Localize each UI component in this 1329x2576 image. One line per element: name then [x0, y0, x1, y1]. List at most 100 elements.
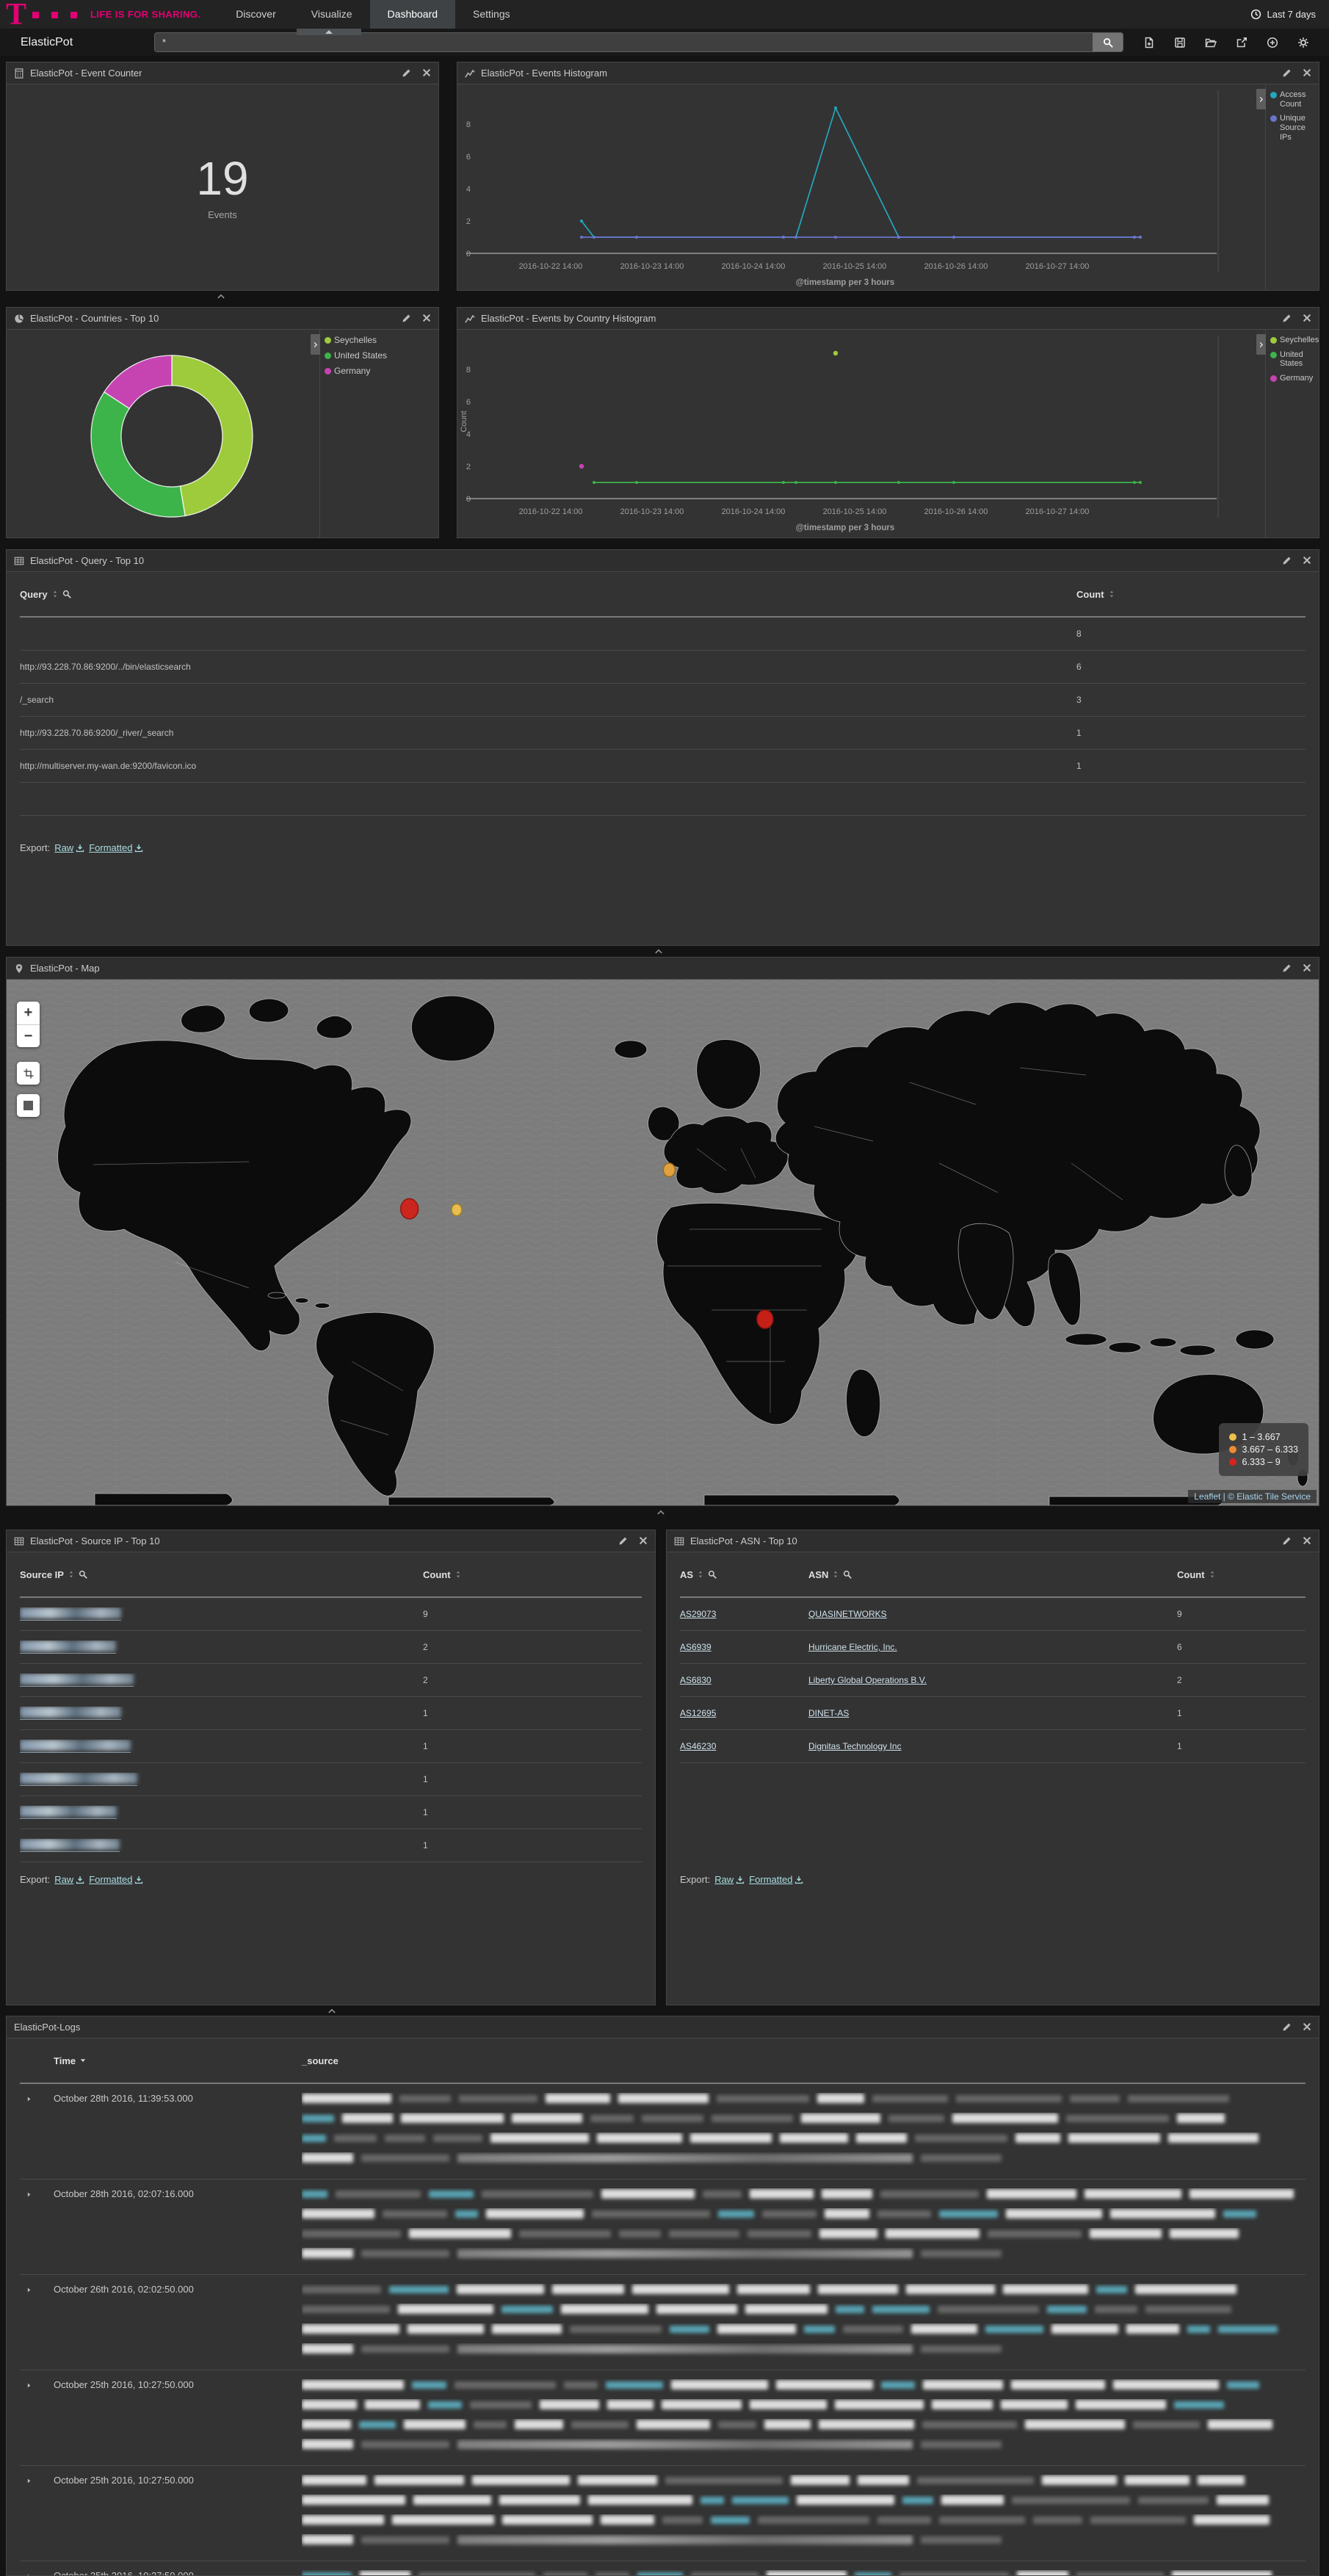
asn-link[interactable]: Liberty Global Operations B.V. [808, 1675, 927, 1685]
expand-row-button[interactable] [20, 2475, 54, 2484]
remove-panel-button[interactable] [1303, 1536, 1311, 1546]
source-ip-link[interactable] [20, 1674, 134, 1687]
legend-item[interactable]: Unique Source IPs [1270, 114, 1319, 142]
nav-tab-discover[interactable]: Discover [218, 0, 293, 29]
remove-panel-button[interactable] [1303, 556, 1311, 565]
remove-panel-button[interactable] [422, 314, 431, 323]
remove-panel-button[interactable] [1303, 963, 1311, 973]
row-collapse-button[interactable] [211, 292, 231, 302]
table-row[interactable]: 1 [20, 1730, 642, 1763]
world-map[interactable]: + − 1 – 3.6673.667 – 6.3336.333 – 9 Leaf… [7, 980, 1319, 1505]
edit-panel-button[interactable] [1282, 963, 1292, 973]
legend-item[interactable]: Access Count [1270, 90, 1319, 109]
legend-item[interactable]: United States [325, 351, 438, 361]
querybar-collapse-tab[interactable] [297, 29, 361, 35]
row-collapse-button[interactable] [651, 1508, 670, 1518]
save-search-icon[interactable] [1165, 32, 1195, 53]
as-link[interactable]: AS12695 [680, 1708, 716, 1718]
remove-panel-button[interactable] [1303, 2022, 1311, 2032]
share-icon[interactable] [1226, 32, 1257, 53]
search-input[interactable] [154, 32, 1093, 52]
edit-panel-button[interactable] [402, 68, 411, 78]
remove-panel-button[interactable] [639, 1536, 648, 1546]
table-row[interactable]: http://multiserver.my-wan.de:9200/favico… [20, 750, 1306, 783]
source-ip-link[interactable] [20, 1740, 131, 1753]
search-button[interactable] [1093, 32, 1123, 52]
asn-link[interactable]: Hurricane Electric, Inc. [808, 1642, 897, 1652]
nav-tab-dashboard[interactable]: Dashboard [370, 0, 456, 29]
export-raw-link[interactable]: Raw [54, 842, 84, 853]
remove-panel-button[interactable] [1303, 68, 1311, 78]
edit-panel-button[interactable] [1282, 1536, 1292, 1546]
table-row[interactable]: 1 [20, 1763, 642, 1796]
asn-link[interactable]: DINET-AS [808, 1708, 849, 1718]
asn-link[interactable]: QUASINETWORKS [808, 1609, 887, 1619]
draw-filter-button[interactable] [17, 1094, 40, 1117]
table-row[interactable]: 9 [20, 1598, 642, 1631]
edit-panel-button[interactable] [1282, 68, 1292, 78]
as-link[interactable]: AS6939 [680, 1642, 711, 1652]
table-row[interactable]: AS6830Liberty Global Operations B.V.2 [680, 1664, 1306, 1697]
open-search-icon[interactable] [1195, 32, 1226, 53]
count-column-header[interactable]: Count [1177, 1569, 1306, 1580]
count-column-header[interactable]: Count [423, 1569, 642, 1580]
expand-row-button[interactable] [20, 2093, 54, 2102]
table-row[interactable]: AS29073QUASINETWORKS9 [680, 1598, 1306, 1631]
asn-link[interactable]: Dignitas Technology Inc [808, 1741, 902, 1751]
asn-column-header[interactable]: ASN [808, 1569, 1177, 1580]
expand-row-button[interactable] [20, 2188, 54, 2198]
legend-item[interactable]: Seychelles [325, 336, 438, 346]
edit-panel-button[interactable] [1282, 556, 1292, 565]
zoom-out-button[interactable]: − [17, 1024, 40, 1047]
table-row[interactable]: 1 [20, 1796, 642, 1829]
source-ip-link[interactable] [20, 1806, 117, 1819]
source-ip-column-header[interactable]: Source IP [20, 1569, 423, 1580]
source-ip-link[interactable] [20, 1607, 121, 1621]
remove-panel-button[interactable] [1303, 314, 1311, 323]
source-ip-link[interactable] [20, 1839, 120, 1852]
edit-panel-button[interactable] [1282, 314, 1292, 323]
add-panel-icon[interactable] [1257, 32, 1288, 53]
table-row[interactable]: 1 [20, 1829, 642, 1862]
query-column-header[interactable]: Query [20, 589, 1076, 600]
export-formatted-link[interactable]: Formatted [89, 842, 143, 853]
table-row[interactable]: 8 [20, 618, 1306, 651]
table-row[interactable]: AS46230Dignitas Technology Inc1 [680, 1730, 1306, 1763]
new-search-icon[interactable] [1134, 32, 1165, 53]
time-column-header[interactable]: Time [20, 2055, 302, 2066]
nav-tab-visualize[interactable]: Visualize [294, 0, 370, 29]
legend-item[interactable]: Germany [325, 366, 438, 377]
legend-item[interactable]: United States [1270, 350, 1319, 369]
count-column-header[interactable]: Count [1076, 589, 1306, 600]
table-row[interactable]: AS6939Hurricane Electric, Inc.6 [680, 1631, 1306, 1664]
legend-collapse-tab[interactable] [1256, 334, 1266, 355]
as-link[interactable]: AS46230 [680, 1741, 716, 1751]
table-row[interactable]: 1 [20, 1697, 642, 1730]
legend-collapse-tab[interactable] [311, 334, 320, 355]
zoom-in-button[interactable]: + [17, 1002, 40, 1024]
legend-item[interactable]: Germany [1270, 374, 1319, 383]
table-row[interactable]: http://93.228.70.86:9200/_river/_search1 [20, 717, 1306, 750]
export-formatted-link[interactable]: Formatted [749, 1874, 803, 1885]
source-ip-link[interactable] [20, 1773, 137, 1786]
table-row[interactable]: /_search3 [20, 684, 1306, 717]
edit-panel-button[interactable] [1282, 2022, 1292, 2032]
expand-row-button[interactable] [20, 2570, 54, 2576]
legend-collapse-tab[interactable] [1256, 89, 1266, 109]
as-column-header[interactable]: AS [680, 1569, 808, 1580]
source-ip-link[interactable] [20, 1707, 121, 1720]
row-collapse-button[interactable] [322, 2006, 341, 2016]
table-row[interactable]: AS12695DINET-AS1 [680, 1697, 1306, 1730]
export-raw-link[interactable]: Raw [714, 1874, 745, 1885]
fit-bounds-button[interactable] [17, 1062, 40, 1085]
edit-panel-button[interactable] [618, 1536, 628, 1546]
as-link[interactable]: AS29073 [680, 1609, 716, 1619]
table-row[interactable]: 2 [20, 1631, 642, 1664]
as-link[interactable]: AS6830 [680, 1675, 711, 1685]
options-icon[interactable] [1288, 32, 1319, 53]
legend-item[interactable]: Seychelles [1270, 336, 1319, 345]
export-formatted-link[interactable]: Formatted [89, 1874, 143, 1885]
expand-row-button[interactable] [20, 2284, 54, 2293]
export-raw-link[interactable]: Raw [54, 1874, 84, 1885]
table-row[interactable]: 2 [20, 1664, 642, 1697]
